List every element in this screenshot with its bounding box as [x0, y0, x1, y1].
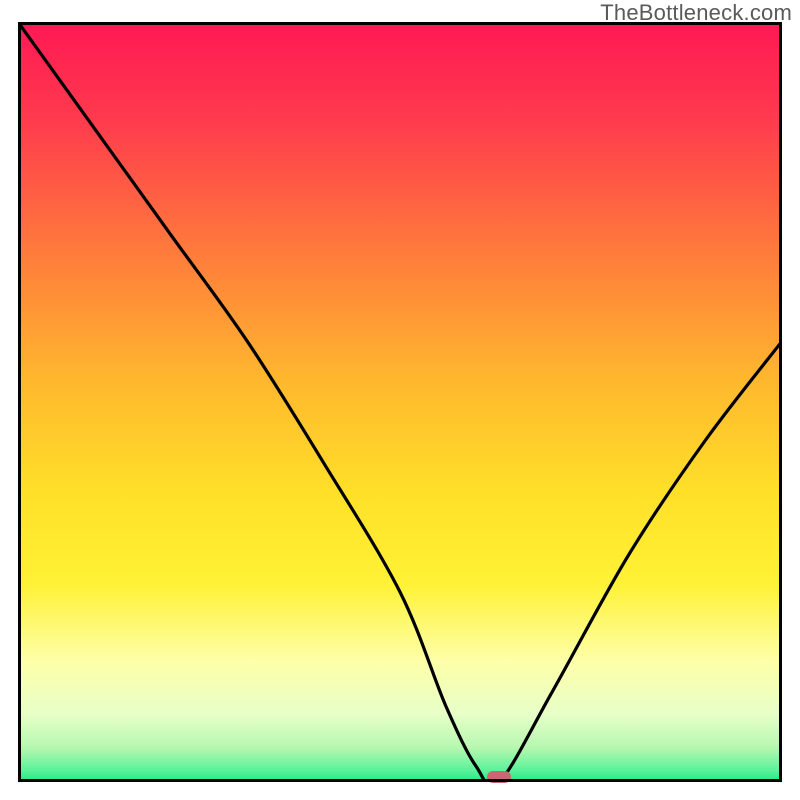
minimum-marker	[487, 771, 511, 783]
bottleneck-curve	[18, 22, 782, 782]
watermark-text: TheBottleneck.com	[600, 0, 792, 26]
plot-area	[18, 22, 782, 782]
bottleneck-chart: TheBottleneck.com	[0, 0, 800, 800]
